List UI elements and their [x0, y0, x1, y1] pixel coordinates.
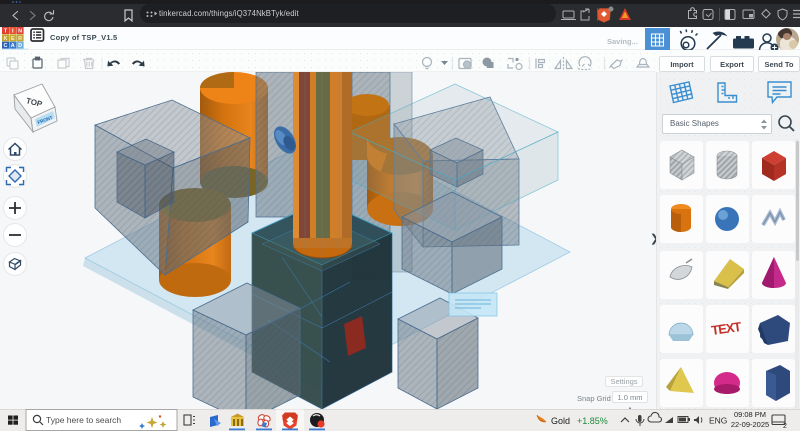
svg-text:N: N: [18, 29, 22, 35]
svg-text:2: 2: [783, 423, 787, 430]
svg-text:E: E: [11, 36, 15, 42]
svg-text:K: K: [4, 36, 8, 42]
svg-text:ENG: ENG: [709, 416, 727, 426]
svg-text:+1.85%: +1.85%: [577, 416, 608, 426]
svg-text:C: C: [4, 43, 8, 49]
svg-text:R: R: [18, 36, 22, 42]
svg-text:D: D: [18, 43, 22, 49]
svg-text:Type here to search: Type here to search: [46, 415, 121, 425]
svg-text:A: A: [11, 43, 15, 49]
svg-text:Gold: Gold: [551, 416, 570, 426]
